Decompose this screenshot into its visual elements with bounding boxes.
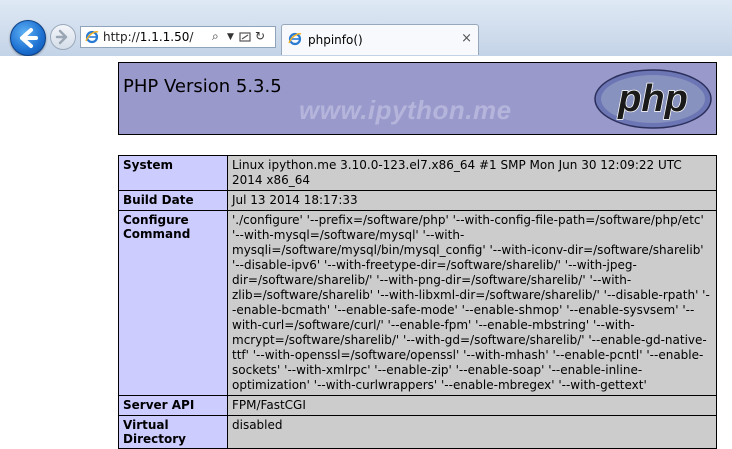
tab-phpinfo[interactable]: phpinfo() ×: [281, 24, 479, 55]
url-host: 1.1.1.50: [139, 30, 190, 44]
row-label: Configure Command: [118, 210, 228, 396]
row-value: Linux ipython.me 3.10.0-123.el7.x86_64 #…: [227, 155, 717, 191]
tab-title: phpinfo(): [308, 33, 363, 47]
browser-toolbar: http://1.1.1.50/ ⌕ ▼ ↻ phpinfo() ×: [0, 0, 732, 57]
forward-button[interactable]: [50, 24, 76, 50]
url-path: /: [189, 30, 194, 44]
row-label: System: [118, 155, 228, 191]
back-button[interactable]: [10, 20, 46, 56]
forward-arrow-icon: [55, 29, 68, 45]
dropdown-arrow-icon[interactable]: ▼: [227, 32, 234, 42]
table-row: System Linux ipython.me 3.10.0-123.el7.x8…: [118, 155, 717, 191]
tab-close-icon[interactable]: ×: [461, 31, 472, 46]
row-value: Jul 13 2014 18:17:33: [227, 190, 717, 211]
ie-page-icon: [85, 30, 99, 44]
row-value: FPM/FastCGI: [227, 395, 717, 416]
address-url: http://1.1.1.50/: [103, 30, 193, 44]
url-scheme: http://: [103, 30, 140, 44]
row-label: Virtual Directory: [118, 415, 228, 449]
php-logo-icon: php: [594, 69, 712, 129]
table-row: Configure Command './configure' '--prefix…: [118, 210, 717, 396]
compatibility-view-icon[interactable]: [239, 31, 251, 43]
watermark: www.ipython.me: [299, 95, 512, 125]
row-label: Build Date: [118, 190, 228, 211]
php-logo-text: php: [617, 78, 688, 120]
back-arrow-icon: [20, 28, 38, 48]
php-version-title: PHP Version 5.3.5: [123, 76, 282, 97]
search-icon[interactable]: ⌕: [212, 29, 219, 44]
refresh-icon[interactable]: ↻: [255, 29, 265, 43]
row-value: disabled: [227, 415, 717, 449]
table-row: Build Date Jul 13 2014 18:17:33: [118, 190, 717, 211]
row-value: './configure' '--prefix=/software/php' '…: [227, 210, 717, 396]
row-label: Server API: [118, 395, 228, 416]
php-header: PHP Version 5.3.5 www.ipython.me php: [118, 62, 717, 135]
table-row: Server API FPM/FastCGI: [118, 395, 717, 416]
address-bar[interactable]: http://1.1.1.50/ ⌕ ▼ ↻: [80, 26, 276, 48]
info-table: System Linux ipython.me 3.10.0-123.el7.x8…: [118, 155, 717, 449]
ie-tab-icon: [288, 32, 302, 46]
table-row: Virtual Directory disabled: [118, 415, 717, 449]
